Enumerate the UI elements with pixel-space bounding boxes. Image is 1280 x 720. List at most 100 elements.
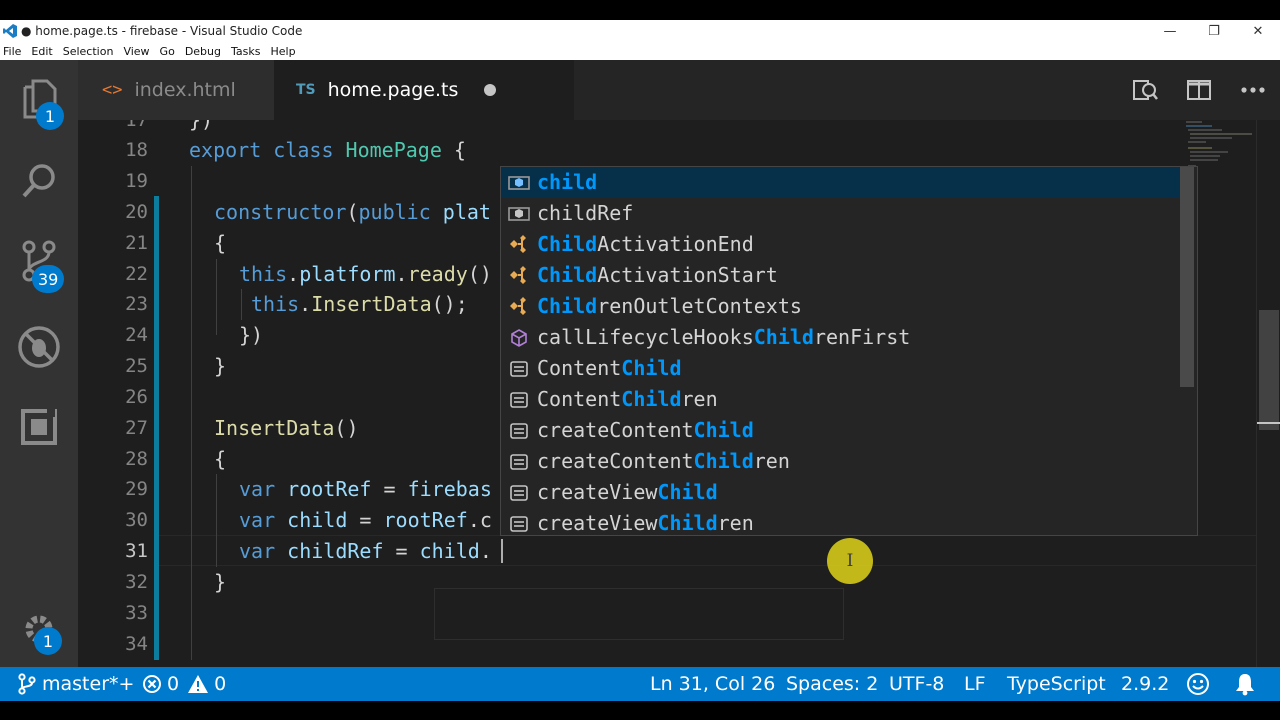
suggestion-item[interactable]: Content Child xyxy=(501,353,1181,384)
typescript-version-item[interactable]: 2.9.2 xyxy=(1121,667,1169,701)
code-line-23: this.InsertData(); xyxy=(251,292,468,316)
code-line-20: constructor(public plat xyxy=(214,200,491,224)
line-number: 25 xyxy=(125,355,148,377)
indent-guide xyxy=(216,259,217,335)
overview-ruler[interactable] xyxy=(1256,120,1280,667)
line-number: 27 xyxy=(125,417,148,439)
tab-home-page-ts[interactable]: TS home.page.ts xyxy=(274,60,574,120)
indent-guide xyxy=(216,474,217,567)
tab-label: home.page.ts xyxy=(327,79,459,101)
line-number: 30 xyxy=(125,509,148,531)
error-icon xyxy=(143,675,161,693)
minimize-button[interactable]: — xyxy=(1148,20,1192,42)
mouse-pointer-highlight: I xyxy=(827,538,873,584)
notifications-button[interactable] xyxy=(1234,667,1256,701)
line-number: 34 xyxy=(125,633,148,655)
code-line-28: { xyxy=(214,447,227,471)
menu-help[interactable]: Help xyxy=(270,45,295,58)
line-number: 24 xyxy=(125,324,148,346)
tab-bar: <> index.html TS home.page.ts xyxy=(78,60,1280,120)
split-editor-button[interactable] xyxy=(1172,60,1226,120)
error-count: 0 xyxy=(167,673,180,695)
debug-button[interactable] xyxy=(14,322,64,372)
indent-guide xyxy=(241,289,242,320)
status-bar: master*+ 0 0 Ln 31, Col 26 Spaces: 2 UTF… xyxy=(0,667,1280,701)
menu-go[interactable]: Go xyxy=(160,45,175,58)
scrollbar-thumb[interactable] xyxy=(1259,310,1279,430)
tab-label: index.html xyxy=(134,79,236,101)
code-line-17: }) xyxy=(189,120,214,132)
cursor-position[interactable]: Ln 31, Col 26 xyxy=(650,667,775,701)
indentation-item[interactable]: Spaces: 2 xyxy=(786,667,878,701)
suggestion-item[interactable]: createView Child xyxy=(501,477,1181,508)
more-actions-button[interactable] xyxy=(1226,60,1280,120)
cursor-position-marker xyxy=(1257,422,1280,424)
suggestion-item[interactable]: callLifecycleHooks Child renFirst xyxy=(501,322,1181,353)
warning-icon xyxy=(188,675,209,693)
line-number: 18 xyxy=(125,139,148,161)
restore-button[interactable]: ❐ xyxy=(1192,20,1236,42)
window-title: ● home.page.ts - firebase - Visual Studi… xyxy=(21,24,303,38)
git-branch-icon xyxy=(18,673,36,695)
menu-selection[interactable]: Selection xyxy=(63,45,114,58)
class-icon xyxy=(507,264,531,288)
split-editor-icon xyxy=(1187,80,1211,100)
encoding-item[interactable]: UTF-8 xyxy=(889,667,944,701)
problems-item[interactable]: 0 0 xyxy=(142,667,226,701)
line-number: 17 xyxy=(125,120,148,131)
line-number: 22 xyxy=(125,263,148,285)
language-mode-item[interactable]: TypeScript xyxy=(1007,667,1106,701)
line-number-gutter: 17 18 19 20 21 22 23 24 25 26 27 28 29 3… xyxy=(78,120,158,667)
text-icon xyxy=(507,481,531,505)
explorer-badge: 1 xyxy=(36,102,64,130)
menu-file[interactable]: File xyxy=(3,45,21,58)
text-icon xyxy=(507,450,531,474)
eol-item[interactable]: LF xyxy=(964,667,986,701)
indent-guide xyxy=(191,166,192,660)
suggestion-item[interactable]: createContent Child xyxy=(501,415,1181,446)
text-icon xyxy=(507,419,531,443)
code-line-32: } xyxy=(214,570,227,594)
search-button[interactable] xyxy=(14,156,64,206)
suggestion-item[interactable]: Child renOutletContexts xyxy=(501,291,1181,322)
code-line-29: var rootRef = firebas xyxy=(239,477,492,501)
code-line-18: export class HomePage { xyxy=(189,138,466,162)
class-icon xyxy=(507,295,531,319)
menu-edit[interactable]: Edit xyxy=(31,45,52,58)
code-line-24: }) xyxy=(239,323,264,347)
ellipsis-icon xyxy=(1241,87,1265,93)
suggestion-scrollbar[interactable] xyxy=(1180,167,1194,387)
text-icon xyxy=(507,357,531,381)
suggestion-widget[interactable]: child child Ref Child ActivationEnd Child A… xyxy=(500,166,1198,536)
bell-icon xyxy=(1236,674,1254,696)
menu-debug[interactable]: Debug xyxy=(185,45,221,58)
line-number: 26 xyxy=(125,386,148,408)
line-number: 20 xyxy=(125,201,148,223)
code-line-30: var child = rootRef.c xyxy=(239,508,492,532)
suggestion-item[interactable]: createView Child ren xyxy=(501,508,1181,535)
suggestion-item[interactable]: child xyxy=(501,167,1181,198)
unsaved-dot-icon[interactable] xyxy=(484,84,497,96)
suggestion-item[interactable]: Content Child ren xyxy=(501,384,1181,415)
field-icon xyxy=(507,202,531,226)
line-number: 19 xyxy=(125,170,148,192)
line-number: 32 xyxy=(125,571,148,593)
line-number: 21 xyxy=(125,232,148,254)
suggestion-item[interactable]: Child ActivationStart xyxy=(501,260,1181,291)
source-control-badge: 39 xyxy=(32,265,65,293)
letterbox-bottom xyxy=(0,701,1280,720)
feedback-button[interactable] xyxy=(1186,667,1210,701)
extensions-button[interactable] xyxy=(14,402,64,452)
git-branch-item[interactable]: master*+ xyxy=(18,667,134,701)
suggestion-item[interactable]: createContent Child ren xyxy=(501,446,1181,477)
title-bar: ● home.page.ts - firebase - Visual Studi… xyxy=(0,20,1280,42)
suggestion-item[interactable]: child Ref xyxy=(501,198,1181,229)
close-button[interactable]: ✕ xyxy=(1236,20,1280,42)
suggestion-item[interactable]: Child ActivationEnd xyxy=(501,229,1181,260)
menu-view[interactable]: View xyxy=(123,45,149,58)
open-changes-button[interactable] xyxy=(1118,60,1172,120)
extensions-icon xyxy=(21,409,57,445)
letterbox-top xyxy=(0,0,1280,20)
menu-tasks[interactable]: Tasks xyxy=(231,45,260,58)
tab-index-html[interactable]: <> index.html xyxy=(78,60,274,120)
